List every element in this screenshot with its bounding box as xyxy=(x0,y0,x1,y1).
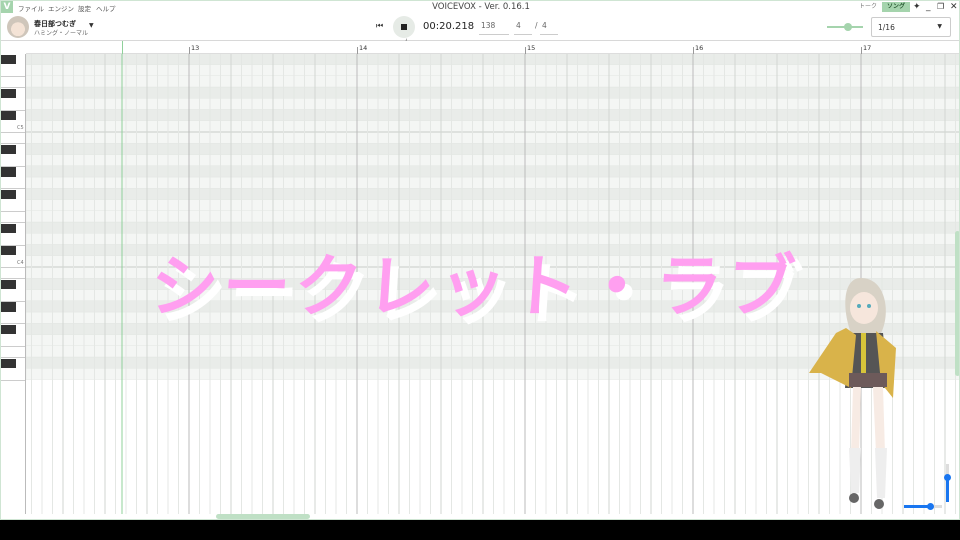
playback-time: 00:20.218 xyxy=(423,21,475,32)
key-divider xyxy=(1,244,25,246)
beat-type-input[interactable]: 4 xyxy=(540,21,558,35)
close-icon[interactable]: ✕ xyxy=(950,1,958,13)
singer-style[interactable]: ハミング・ノーマル xyxy=(34,28,88,37)
minimize-icon[interactable]: _ xyxy=(926,1,931,13)
key-divider xyxy=(1,300,25,302)
measure-tick xyxy=(693,47,694,54)
chevron-down-icon: ▼ xyxy=(937,23,942,30)
measure-label: 14 xyxy=(359,44,368,52)
time-signature-slash: / xyxy=(535,21,538,30)
black-key[interactable] xyxy=(1,246,16,256)
measure-ruler[interactable]: 13 14 15 16 17 xyxy=(26,41,959,54)
pin-icon[interactable]: ✦ xyxy=(913,1,921,13)
snap-select[interactable]: 1/16 ▼ xyxy=(871,17,951,37)
beats-input[interactable]: 4 xyxy=(514,21,532,35)
black-key[interactable] xyxy=(1,144,16,154)
toolbar: 春日部つむぎ ハミング・ノーマル ▼ ⏮ ☝ 00:20.218 138 4 /… xyxy=(1,13,959,49)
stop-icon xyxy=(401,24,407,30)
black-key[interactable] xyxy=(1,302,16,312)
piano-keyboard[interactable]: C4 C5 xyxy=(1,54,26,514)
mode-song[interactable]: ソング xyxy=(882,2,911,12)
black-key[interactable] xyxy=(1,324,16,334)
key-divider xyxy=(1,109,25,111)
measure-label: 17 xyxy=(863,44,872,52)
key-divider xyxy=(1,278,25,280)
black-key[interactable] xyxy=(1,189,16,199)
black-key[interactable] xyxy=(1,358,16,368)
singer-dropdown-icon[interactable]: ▼ xyxy=(89,22,94,29)
key-divider xyxy=(1,132,25,133)
rewind-button[interactable]: ⏮ xyxy=(376,21,383,31)
zoom-handle[interactable] xyxy=(927,503,934,510)
mode-talk[interactable]: トーク xyxy=(854,2,882,12)
key-divider xyxy=(1,87,25,88)
zoom-handle[interactable] xyxy=(944,474,951,481)
key-divider xyxy=(1,210,25,212)
key-divider xyxy=(1,357,25,358)
restore-icon[interactable]: ❐ xyxy=(937,1,944,13)
measure-tick xyxy=(861,47,862,54)
key-divider xyxy=(1,379,25,381)
octave-label: C4 xyxy=(17,260,24,266)
key-divider xyxy=(1,75,25,77)
black-key[interactable] xyxy=(1,54,16,64)
vertical-zoom-slider[interactable] xyxy=(944,464,951,502)
song-title-overlay: シークレット・ラブ xyxy=(147,248,802,327)
character-illustration xyxy=(809,278,896,509)
measure-label: 16 xyxy=(695,44,704,52)
measure-tick xyxy=(357,47,358,54)
playhead-ruler-marker[interactable] xyxy=(122,41,123,54)
key-divider xyxy=(1,323,25,325)
key-divider xyxy=(1,222,25,223)
tempo-input[interactable]: 138 xyxy=(479,21,509,35)
black-key[interactable] xyxy=(1,223,16,233)
singer-avatar[interactable] xyxy=(7,16,29,38)
horizontal-scrollbar[interactable] xyxy=(216,514,310,519)
slider-handle[interactable] xyxy=(844,23,852,31)
measure-tick xyxy=(525,47,526,54)
volume-slider[interactable] xyxy=(827,23,863,31)
measure-label: 13 xyxy=(191,44,200,52)
key-divider xyxy=(1,345,25,347)
black-key[interactable] xyxy=(1,111,16,121)
horizontal-zoom-slider[interactable] xyxy=(904,503,942,510)
key-divider xyxy=(1,165,25,167)
octave-label: C5 xyxy=(17,125,24,131)
voicevox-window: V ファイル エンジン 設定 ヘルプ VOICEVOX - Ver. 0.16.… xyxy=(0,0,960,520)
black-key[interactable] xyxy=(1,167,16,177)
window-title: VOICEVOX - Ver. 0.16.1 xyxy=(432,2,530,12)
measure-label: 15 xyxy=(527,44,536,52)
key-divider xyxy=(1,188,25,190)
black-key[interactable] xyxy=(1,279,16,289)
vertical-scrollbar[interactable] xyxy=(955,231,959,376)
title-bar: V ファイル エンジン 設定 ヘルプ VOICEVOX - Ver. 0.16.… xyxy=(1,1,959,13)
snap-value: 1/16 xyxy=(878,23,895,32)
black-key[interactable] xyxy=(1,88,16,98)
stop-button[interactable] xyxy=(393,16,415,38)
measure-tick xyxy=(189,47,190,54)
key-divider xyxy=(1,267,25,268)
key-divider xyxy=(1,143,25,145)
